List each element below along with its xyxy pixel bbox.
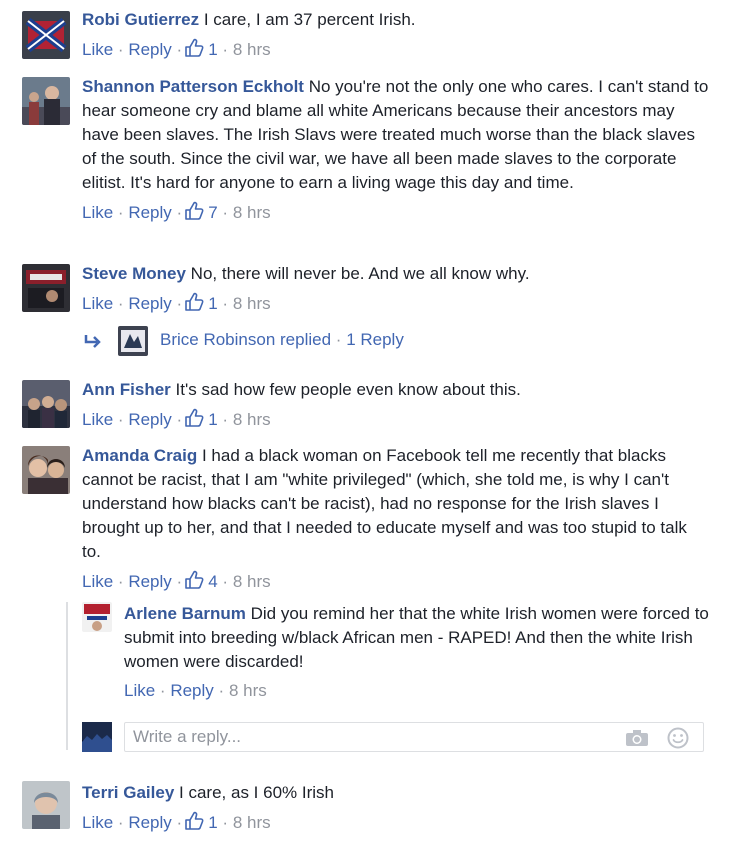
separator: · xyxy=(117,40,124,59)
separator: · xyxy=(117,203,124,222)
like-link[interactable]: Like xyxy=(82,813,113,832)
comment-text: I care, as I 60% Irish xyxy=(179,783,334,802)
reply-link[interactable]: Reply xyxy=(128,813,171,832)
reply-link[interactable]: Reply xyxy=(128,572,171,591)
thumbs-up-icon[interactable] xyxy=(184,201,204,227)
reply-link[interactable]: Reply xyxy=(128,203,171,222)
separator: · xyxy=(222,203,229,222)
separator: · xyxy=(117,572,124,591)
reply-link[interactable]: Reply xyxy=(170,681,213,700)
separator: · xyxy=(176,572,183,591)
like-link[interactable]: Like xyxy=(82,572,113,591)
commenter-name[interactable]: Arlene Barnum xyxy=(124,604,246,623)
thumbs-up-icon[interactable] xyxy=(184,292,204,318)
avatar xyxy=(82,722,112,752)
avatar[interactable] xyxy=(82,602,112,632)
separator: · xyxy=(335,330,342,349)
like-link[interactable]: Like xyxy=(124,681,155,700)
timestamp[interactable]: 8 hrs xyxy=(233,813,271,832)
separator: · xyxy=(176,294,183,313)
commenter-name[interactable]: Robi Gutierrez xyxy=(82,10,199,29)
timestamp[interactable]: 8 hrs xyxy=(229,681,267,700)
commenter-name[interactable]: Steve Money xyxy=(82,264,186,283)
like-link[interactable]: Like xyxy=(82,294,113,313)
separator: · xyxy=(222,813,229,832)
camera-icon[interactable] xyxy=(625,728,649,756)
comment-text: I care, I am 37 percent Irish. xyxy=(203,10,416,29)
separator: · xyxy=(176,813,183,832)
avatar[interactable] xyxy=(22,781,70,829)
like-link[interactable]: Like xyxy=(82,410,113,429)
avatar[interactable] xyxy=(22,264,70,312)
timestamp[interactable]: 8 hrs xyxy=(233,410,271,429)
thumbs-up-icon[interactable] xyxy=(184,570,204,596)
separator: · xyxy=(218,681,225,700)
reply-input[interactable]: Write a reply... xyxy=(124,722,704,752)
separator: · xyxy=(222,40,229,59)
like-count[interactable]: 1 xyxy=(208,813,217,832)
thumbs-up-icon[interactable] xyxy=(184,38,204,64)
reply-input-placeholder: Write a reply... xyxy=(133,727,242,746)
reply-link[interactable]: Reply xyxy=(128,410,171,429)
comment-text: No, there will never be. And we all know… xyxy=(190,264,530,283)
reply-count[interactable]: 1 Reply xyxy=(346,330,404,349)
write-reply-row: Write a reply... xyxy=(82,722,704,752)
avatar[interactable] xyxy=(22,77,70,125)
separator: · xyxy=(159,681,166,700)
commenter-name[interactable]: Shannon Patterson Eckholt xyxy=(82,77,304,96)
like-count[interactable]: 1 xyxy=(208,410,217,429)
separator: · xyxy=(222,410,229,429)
thumbs-up-icon[interactable] xyxy=(184,811,204,837)
avatar[interactable] xyxy=(22,380,70,428)
replied-text[interactable]: Brice Robinson replied xyxy=(160,330,331,349)
separator: · xyxy=(222,294,229,313)
reply-link[interactable]: Reply xyxy=(128,294,171,313)
timestamp[interactable]: 8 hrs xyxy=(233,572,271,591)
separator: · xyxy=(117,813,124,832)
reply-arrow-icon xyxy=(84,325,102,364)
timestamp[interactable]: 8 hrs xyxy=(233,203,271,222)
thumbs-up-icon[interactable] xyxy=(184,408,204,434)
separator: · xyxy=(117,410,124,429)
like-count[interactable]: 4 xyxy=(208,572,217,591)
like-link[interactable]: Like xyxy=(82,203,113,222)
like-link[interactable]: Like xyxy=(82,40,113,59)
like-count[interactable]: 1 xyxy=(208,294,217,313)
separator: · xyxy=(222,572,229,591)
like-count[interactable]: 1 xyxy=(208,40,217,59)
separator: · xyxy=(176,40,183,59)
emoji-icon[interactable] xyxy=(667,727,689,758)
timestamp[interactable]: 8 hrs xyxy=(233,40,271,59)
commenter-name[interactable]: Terri Gailey xyxy=(82,783,174,802)
comment-text: It's sad how few people even know about … xyxy=(175,380,521,399)
commenter-name[interactable]: Amanda Craig xyxy=(82,446,197,465)
reply-link[interactable]: Reply xyxy=(128,40,171,59)
commenter-name[interactable]: Ann Fisher xyxy=(82,380,171,399)
avatar[interactable] xyxy=(22,446,70,494)
like-count[interactable]: 7 xyxy=(208,203,217,222)
separator: · xyxy=(176,203,183,222)
timestamp[interactable]: 8 hrs xyxy=(233,294,271,313)
separator: · xyxy=(117,294,124,313)
separator: · xyxy=(176,410,183,429)
avatar[interactable] xyxy=(22,11,70,59)
avatar[interactable] xyxy=(118,326,148,356)
reply-thread-line xyxy=(66,602,68,750)
